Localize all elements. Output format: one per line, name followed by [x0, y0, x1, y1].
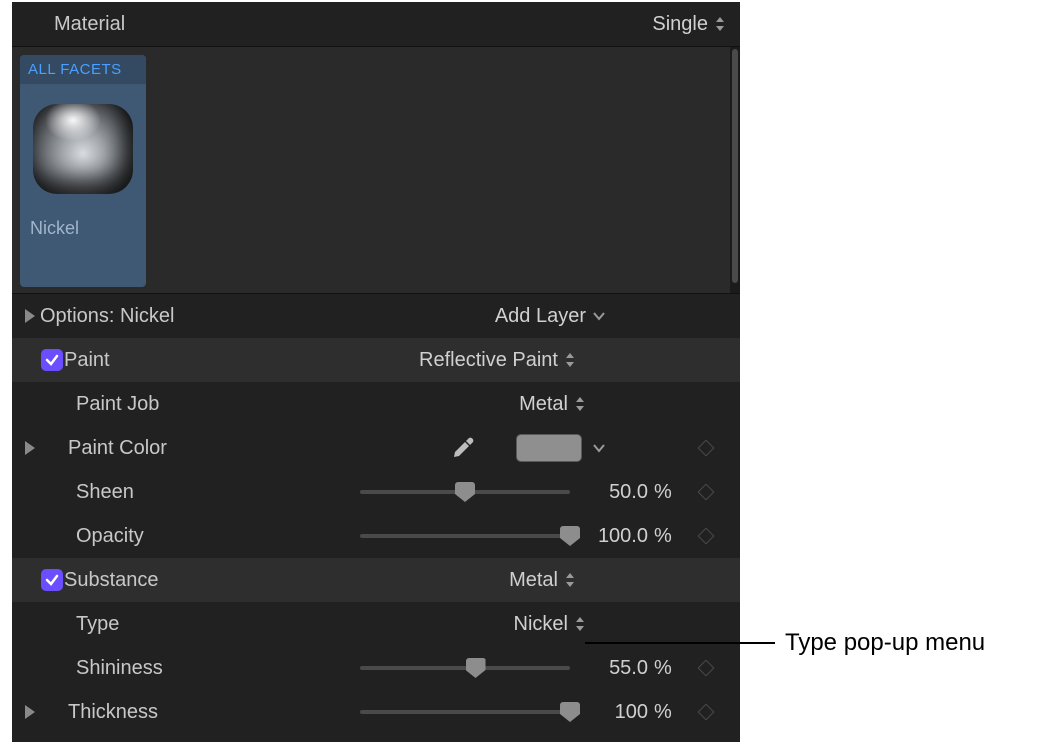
material-mode-popup[interactable]: Single [652, 13, 726, 36]
substance-label: Substance [64, 569, 509, 592]
inspector-panel: Material Single ALL FACETS Nickel Option… [12, 2, 740, 742]
paint-job-row: Paint Job Metal [12, 382, 740, 426]
substance-section-row: Substance Metal [12, 558, 740, 602]
sheen-value-field[interactable]: 50.0 % [580, 481, 676, 504]
callout-text: Type pop-up menu [775, 629, 985, 657]
thickness-value-field[interactable]: 100 % [580, 701, 676, 724]
updown-icon [574, 617, 586, 631]
scrollbar-thumb[interactable] [732, 49, 738, 283]
facet-scrollbar[interactable] [730, 47, 740, 293]
thickness-label: Thickness [68, 701, 248, 724]
updown-icon [564, 573, 576, 587]
paint-type-value: Reflective Paint [419, 349, 558, 372]
slider-thumb[interactable] [466, 658, 486, 678]
keyframe-button[interactable] [686, 662, 726, 674]
thickness-slider[interactable] [360, 702, 570, 722]
thickness-disclosure[interactable] [20, 705, 40, 719]
sheen-unit: % [654, 481, 676, 504]
keyframe-button[interactable] [686, 442, 726, 454]
facet-card[interactable]: ALL FACETS Nickel [20, 55, 146, 287]
paint-color-row: Paint Color [12, 426, 740, 470]
sheen-row: Sheen 50.0 % [12, 470, 740, 514]
diamond-icon [698, 440, 715, 457]
diamond-icon [698, 528, 715, 545]
material-header-row: Material Single [12, 2, 740, 46]
add-layer-menu[interactable]: Add Layer [495, 305, 606, 328]
type-value: Nickel [514, 613, 568, 636]
type-popup[interactable]: Nickel [514, 613, 586, 636]
slider-track [360, 534, 570, 538]
facet-preview [20, 84, 146, 214]
material-mode-value: Single [652, 13, 708, 36]
paint-color-disclosure[interactable] [20, 441, 40, 455]
triangle-right-icon [25, 309, 35, 323]
shininess-value-field[interactable]: 55.0 % [580, 657, 676, 680]
keyframe-button[interactable] [686, 706, 726, 718]
thickness-value: 100 [615, 701, 648, 724]
shininess-label: Shininess [76, 657, 256, 680]
slider-thumb[interactable] [455, 482, 475, 502]
opacity-slider[interactable] [360, 526, 570, 546]
thickness-unit: % [654, 701, 676, 724]
keyframe-button[interactable] [686, 486, 726, 498]
facet-name: Nickel [20, 214, 146, 247]
options-row: Options: Nickel Add Layer [12, 294, 740, 338]
opacity-label: Opacity [76, 525, 256, 548]
opacity-row: Opacity 100.0 % [12, 514, 740, 558]
diamond-icon [698, 660, 715, 677]
checkbox-checked-icon [41, 349, 63, 371]
opacity-value-field[interactable]: 100.0 % [580, 525, 676, 548]
shininess-value: 55.0 [609, 657, 648, 680]
eyedropper-button[interactable] [450, 435, 476, 461]
paint-job-value: Metal [519, 393, 568, 416]
diamond-icon [698, 704, 715, 721]
paint-label: Paint [64, 349, 419, 372]
slider-track [360, 710, 570, 714]
triangle-right-icon [25, 705, 35, 719]
diamond-icon [698, 484, 715, 501]
slider-track [360, 666, 570, 670]
triangle-right-icon [25, 441, 35, 455]
facet-tab-label: ALL FACETS [20, 55, 146, 84]
substance-popup[interactable]: Metal [509, 569, 576, 592]
options-disclosure[interactable] [20, 309, 40, 323]
type-row: Type Nickel [12, 602, 740, 646]
substance-value: Metal [509, 569, 558, 592]
type-label: Type [76, 613, 256, 636]
paint-type-popup[interactable]: Reflective Paint [419, 349, 576, 372]
paint-job-popup[interactable]: Metal [519, 393, 586, 416]
checkbox-checked-icon [41, 569, 63, 591]
slider-thumb[interactable] [560, 702, 580, 722]
shininess-row: Shininess 55.0 % [12, 646, 740, 690]
facet-strip: ALL FACETS Nickel [12, 46, 740, 294]
options-label: Options: Nickel [40, 305, 495, 328]
paint-job-label: Paint Job [76, 393, 256, 416]
add-layer-label: Add Layer [495, 305, 586, 328]
shininess-slider[interactable] [360, 658, 570, 678]
paint-enabled-checkbox[interactable] [40, 349, 64, 371]
updown-icon [574, 397, 586, 411]
updown-icon [714, 17, 726, 31]
material-label: Material [54, 13, 652, 36]
slider-thumb[interactable] [560, 526, 580, 546]
sheen-slider[interactable] [360, 482, 570, 502]
paint-section-row: Paint Reflective Paint [12, 338, 740, 382]
shininess-unit: % [654, 657, 676, 680]
updown-icon [564, 353, 576, 367]
sheen-value: 50.0 [609, 481, 648, 504]
opacity-unit: % [654, 525, 676, 548]
keyframe-button[interactable] [686, 530, 726, 542]
chevron-down-icon [592, 311, 606, 321]
paint-color-well[interactable] [516, 434, 582, 462]
material-preview-sphere [33, 104, 133, 194]
thickness-row: Thickness 100 % [12, 690, 740, 734]
sheen-label: Sheen [76, 481, 256, 504]
substance-enabled-checkbox[interactable] [40, 569, 64, 591]
paint-color-label: Paint Color [68, 437, 248, 460]
color-well-menu[interactable] [592, 443, 606, 453]
opacity-value: 100.0 [598, 525, 648, 548]
